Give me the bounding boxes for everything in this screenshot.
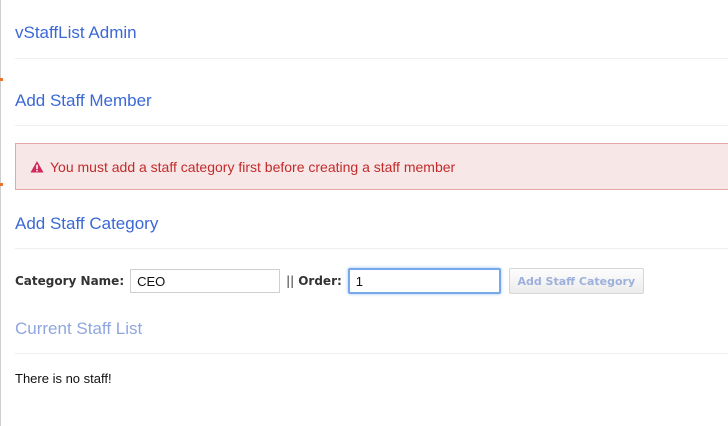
divider — [15, 353, 728, 354]
warning-icon — [30, 160, 44, 172]
left-border — [0, 0, 1, 426]
edge-marker — [0, 183, 3, 186]
alert-message: You must add a staff category first befo… — [50, 158, 456, 175]
divider — [15, 58, 728, 59]
category-form: Category Name: || Order: Add Staff Categ… — [15, 267, 644, 295]
divider — [15, 125, 728, 126]
error-alert: You must add a staff category first befo… — [15, 143, 728, 190]
add-staff-member-heading: Add Staff Member — [15, 91, 152, 110]
admin-title: vStaffList Admin — [15, 23, 137, 42]
empty-staff-message: There is no staff! — [15, 371, 112, 386]
field-separator: || — [286, 274, 295, 288]
category-name-input[interactable] — [130, 269, 281, 293]
add-staff-category-heading: Add Staff Category — [15, 214, 159, 233]
current-staff-list-heading: Current Staff List — [15, 319, 143, 338]
edge-marker — [0, 78, 3, 81]
divider — [15, 248, 728, 249]
order-input[interactable] — [347, 268, 501, 294]
order-label: Order: — [298, 274, 342, 288]
category-name-label: Category Name: — [15, 274, 125, 288]
add-staff-category-button[interactable]: Add Staff Category — [508, 268, 644, 294]
